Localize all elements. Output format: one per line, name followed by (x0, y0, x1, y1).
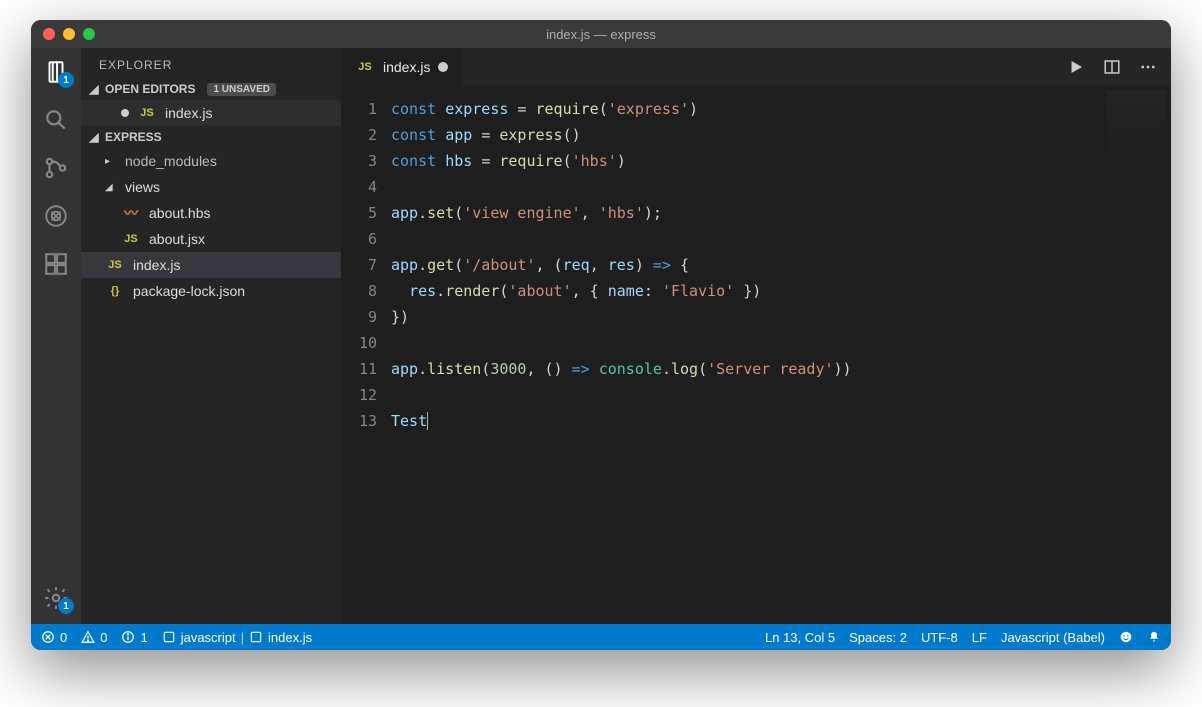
chevron-right-icon: ▸ (105, 156, 117, 167)
open-editor-item[interactable]: JS index.js (81, 100, 341, 126)
hbs-file-icon: 〰 (121, 203, 141, 223)
error-count: 0 (60, 630, 67, 645)
js-file-icon: JS (105, 259, 125, 271)
code-editor[interactable]: 12345678910111213 const express = requir… (341, 86, 1171, 624)
source-control-icon[interactable] (42, 154, 70, 182)
tab-index-js[interactable]: JS index.js (341, 48, 463, 86)
minimap[interactable] (1107, 90, 1167, 170)
status-warnings[interactable]: 0 (81, 630, 107, 645)
maximize-window-button[interactable] (83, 28, 95, 40)
status-encoding[interactable]: UTF-8 (921, 630, 958, 645)
app-window: index.js — express 1 1 (31, 20, 1171, 650)
line-number-gutter: 12345678910111213 (341, 86, 391, 624)
sidebar-title: EXPLORER (81, 48, 341, 78)
jsx-file-icon: JS (121, 233, 141, 245)
open-editor-filename: index.js (165, 105, 212, 121)
editor-area: JS index.js 12345678910111213 const expr… (341, 48, 1171, 624)
status-eol[interactable]: LF (972, 630, 987, 645)
folder-label: node_modules (125, 153, 217, 169)
workspace-label: EXPRESS (105, 130, 162, 144)
open-editors-header[interactable]: ◢ OPEN EDITORS 1 UNSAVED (81, 78, 341, 100)
activity-bar: 1 1 (31, 48, 81, 624)
js-file-icon: JS (137, 107, 157, 119)
workspace-header[interactable]: ◢ EXPRESS (81, 126, 341, 148)
scope-file: index.js (268, 630, 312, 645)
status-errors[interactable]: 0 (41, 630, 67, 645)
status-language-mode[interactable]: Javascript (Babel) (1001, 630, 1105, 645)
status-bar: 0 0 1 javascript | index.js Ln 13, Col 5… (31, 624, 1171, 650)
explorer-badge: 1 (58, 72, 74, 88)
file-label: package-lock.json (133, 283, 245, 299)
chevron-down-icon: ◢ (89, 82, 99, 96)
settings-gear-icon[interactable]: 1 (42, 584, 70, 612)
editor-actions (1053, 48, 1171, 86)
json-file-icon: {} (105, 285, 125, 297)
js-file-icon: JS (355, 61, 375, 73)
file-label: index.js (133, 257, 180, 273)
code-content[interactable]: const express = require('express')const … (391, 86, 1171, 624)
run-icon[interactable] (1067, 58, 1085, 76)
chevron-down-icon: ◢ (89, 130, 99, 144)
explorer-icon[interactable]: 1 (42, 58, 70, 86)
debug-icon[interactable] (42, 202, 70, 230)
extensions-icon[interactable] (42, 250, 70, 278)
minimize-window-button[interactable] (63, 28, 75, 40)
explorer-sidebar: EXPLORER ◢ OPEN EDITORS 1 UNSAVED JS ind… (81, 48, 341, 624)
file-about-hbs[interactable]: 〰 about.hbs (81, 200, 341, 226)
editor-tabs: JS index.js (341, 48, 1171, 86)
warning-count: 0 (100, 630, 107, 645)
traffic-lights (43, 28, 95, 40)
titlebar: index.js — express (31, 20, 1171, 48)
unsaved-badge: 1 UNSAVED (207, 83, 276, 96)
status-feedback-icon[interactable] (1119, 630, 1133, 644)
info-count: 1 (140, 630, 147, 645)
settings-badge: 1 (58, 598, 74, 614)
tab-label: index.js (383, 59, 430, 75)
status-language-scope[interactable]: javascript | index.js (162, 630, 312, 645)
modified-dot-icon (438, 62, 448, 72)
file-label: about.hbs (149, 205, 211, 221)
window-title: index.js — express (31, 27, 1171, 42)
folder-label: views (125, 179, 160, 195)
file-index-js[interactable]: JS index.js (81, 252, 341, 278)
file-about-jsx[interactable]: JS about.jsx (81, 226, 341, 252)
split-editor-icon[interactable] (1103, 58, 1121, 76)
search-icon[interactable] (42, 106, 70, 134)
folder-views[interactable]: ◢ views (81, 174, 341, 200)
more-actions-icon[interactable] (1139, 58, 1157, 76)
open-editors-label: OPEN EDITORS (105, 82, 195, 96)
status-indentation[interactable]: Spaces: 2 (849, 630, 907, 645)
chevron-down-icon: ◢ (105, 182, 117, 193)
folder-node-modules[interactable]: ▸ node_modules (81, 148, 341, 174)
status-cursor-position[interactable]: Ln 13, Col 5 (765, 630, 835, 645)
status-info[interactable]: 1 (121, 630, 147, 645)
close-window-button[interactable] (43, 28, 55, 40)
file-label: about.jsx (149, 231, 205, 247)
scope-lang: javascript (181, 630, 236, 645)
file-package-lock[interactable]: {} package-lock.json (81, 278, 341, 304)
status-bell-icon[interactable] (1147, 630, 1161, 644)
modified-dot-icon (121, 109, 129, 117)
